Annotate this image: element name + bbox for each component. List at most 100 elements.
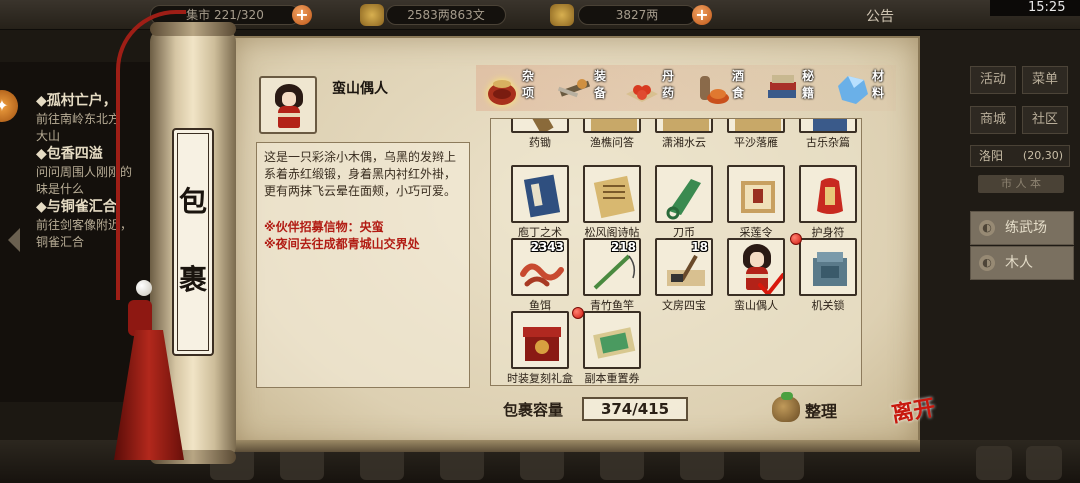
equipment-icon — [557, 79, 591, 98]
inventory-item[interactable]: 松风阁诗帖 — [581, 165, 643, 240]
inventory-item[interactable]: 渔樵问答 — [581, 119, 643, 150]
inventory-item[interactable]: 机关锁 — [797, 238, 859, 313]
item-note: ※伙伴招募信物：央蛮 — [264, 220, 384, 234]
item-slot[interactable] — [655, 165, 713, 223]
inventory-item[interactable]: 刀币 — [653, 165, 715, 240]
item-slot[interactable] — [727, 165, 785, 223]
city-name: 洛阳 — [979, 149, 1004, 163]
item-slot[interactable] — [511, 311, 569, 369]
inventory-grid[interactable]: 药锄 渔樵问答 潇湘水云 平沙落雁 古乐杂篇 庖丁之术 松风阁诗帖 刀币 采莲令… — [490, 118, 862, 386]
item-slot[interactable] — [511, 119, 569, 133]
item-name: 机关锁 — [811, 299, 845, 312]
inventory-item[interactable]: 2343 鱼饵 — [509, 238, 571, 313]
item-slot[interactable] — [583, 119, 641, 133]
sort-button[interactable]: 整理 — [772, 392, 848, 424]
npc-icon: ◐ — [979, 255, 995, 271]
item-slot[interactable] — [655, 119, 713, 133]
book-icon — [523, 174, 561, 218]
item-name: 蛮山偶人 — [734, 299, 778, 312]
tab-label: 材料 — [872, 69, 885, 100]
tab-label: 杂项 — [522, 69, 535, 100]
item-slot[interactable] — [799, 165, 857, 223]
money-display: 2583两863文 — [386, 5, 506, 25]
tab-label: 装备 — [594, 69, 607, 100]
tab-label: 酒食 — [732, 69, 745, 100]
item-slot[interactable] — [511, 165, 569, 223]
inventory-item[interactable]: 蛮山偶人 — [725, 238, 787, 313]
books-icon — [768, 75, 796, 98]
item-name: 潇湘水云 — [662, 136, 706, 149]
selected-check-icon — [758, 273, 783, 294]
item-name: 渔樵问答 — [590, 136, 634, 149]
scroll-title-char: 包 — [178, 185, 207, 218]
item-name: 副本重置券 — [584, 372, 640, 385]
inventory-item[interactable]: 218 青竹鱼竿 — [581, 238, 643, 313]
item-slot[interactable] — [727, 119, 785, 133]
mechanism-lock-icon — [813, 252, 847, 286]
item-name: 古乐杂篇 — [806, 136, 850, 149]
announcement-button[interactable]: 公告 — [866, 6, 894, 26]
item-slot[interactable]: 2343 — [511, 238, 569, 296]
city-tabs[interactable]: 市 人 本 — [978, 175, 1064, 193]
scroll-cap — [150, 22, 236, 36]
item-slot[interactable]: 18 — [655, 238, 713, 296]
npc-training-ground[interactable]: ◐ 练武场 — [970, 211, 1074, 245]
item-slot[interactable] — [583, 311, 641, 369]
inventory-item[interactable]: 潇湘水云 — [653, 119, 715, 150]
inventory-item[interactable]: 平沙落雁 — [725, 119, 787, 150]
item-note: ※夜间去往成都青城山交界处 — [264, 237, 420, 251]
new-item-badge — [790, 233, 802, 245]
selected-item-name: 蛮山偶人 — [332, 81, 388, 97]
item-name: 平沙落雁 — [734, 136, 778, 149]
tab-label: 丹药 — [662, 69, 675, 100]
item-name: 药锄 — [529, 136, 551, 149]
ingot-display: 3827两 — [578, 5, 696, 25]
item-slot[interactable] — [727, 238, 785, 296]
add-ingot-button[interactable]: + — [692, 5, 712, 25]
leave-button[interactable]: 离开 — [888, 395, 944, 454]
item-slot[interactable] — [799, 119, 857, 133]
npc-label: 练武场 — [1005, 220, 1047, 236]
gift-box-icon — [523, 327, 561, 361]
city-coords: (20,30) — [1022, 149, 1063, 162]
paper-edge — [232, 440, 920, 452]
selected-item-portrait — [259, 76, 317, 134]
city-location: 洛阳 (20,30) — [970, 145, 1070, 167]
knife-coin-icon — [666, 179, 701, 220]
ingot-icon — [550, 4, 574, 26]
inventory-item[interactable]: 护身符 — [797, 165, 859, 240]
inventory-item[interactable]: 副本重置券 — [581, 311, 643, 385]
item-quantity: 18 — [691, 240, 708, 254]
materials-icon — [838, 76, 868, 104]
inventory-item[interactable]: 采莲令 — [725, 165, 787, 240]
shop-button[interactable]: 商城 — [970, 106, 1016, 134]
inventory-item[interactable]: 18 文房四宝 — [653, 238, 715, 313]
item-slot[interactable] — [583, 165, 641, 223]
category-tabs — [476, 65, 896, 111]
community-button[interactable]: 社区 — [1022, 106, 1068, 134]
npc-label: 木人 — [1005, 255, 1033, 271]
item-slot[interactable] — [799, 238, 857, 296]
inventory-item[interactable]: 庖丁之术 — [509, 165, 571, 240]
sort-label: 整理 — [805, 402, 838, 421]
bottom-menu-icon[interactable] — [1026, 446, 1062, 480]
bottom-menu-icon[interactable] — [976, 446, 1012, 480]
add-storage-button[interactable]: + — [292, 5, 312, 25]
menu-button[interactable]: 菜单 — [1022, 66, 1068, 94]
capacity-label: 包裹容量 — [503, 401, 564, 419]
inventory-item[interactable]: 古乐杂篇 — [797, 119, 859, 150]
npc-icon: ◐ — [979, 220, 995, 236]
new-item-badge — [572, 307, 584, 319]
activity-button[interactable]: 活动 — [970, 66, 1016, 94]
tab-label: 秘籍 — [802, 69, 815, 100]
item-slot[interactable]: 218 — [583, 238, 641, 296]
manual-icon — [741, 181, 775, 213]
inventory-item[interactable]: 药锄 — [509, 119, 571, 150]
scroll-title-label: 包 裹 — [172, 128, 214, 356]
inventory-item[interactable]: 时装复刻礼盒 — [507, 311, 573, 385]
capacity-value: 374/415 — [582, 397, 688, 421]
item-quantity: 218 — [610, 240, 636, 254]
item-description: 这是一只彩涂小木偶，乌黑的发辫上系着赤红缎锻，身着黑内衬红外褂，更有两抹飞云晕在… — [264, 150, 457, 198]
sundries-icon — [488, 80, 516, 105]
npc-wooden-dummy[interactable]: ◐ 木人 — [970, 246, 1074, 280]
